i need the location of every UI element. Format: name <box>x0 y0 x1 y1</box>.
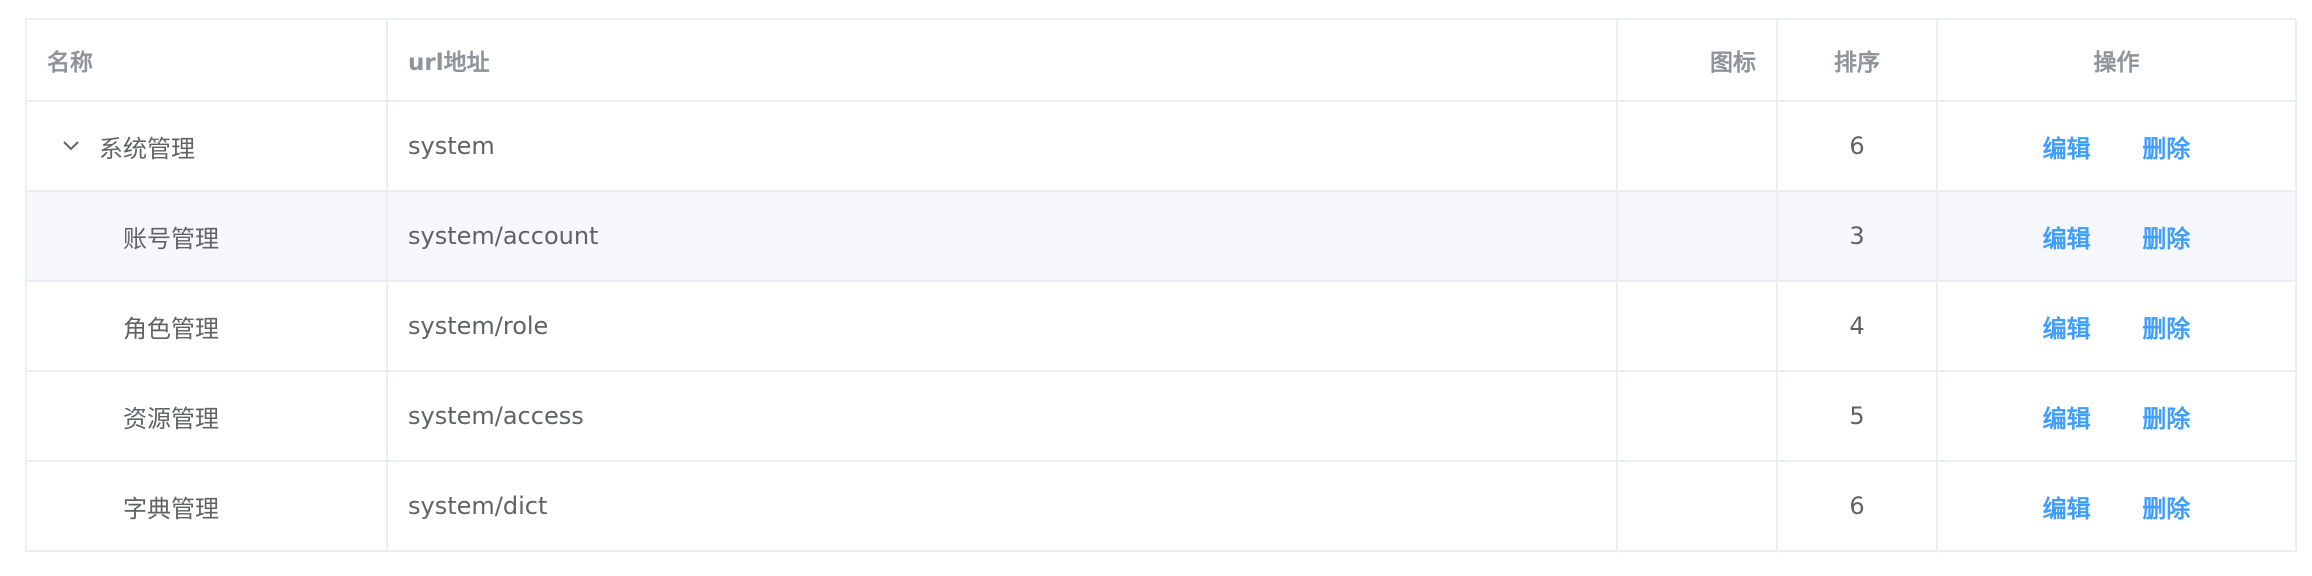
cell-actions: 编辑 删除 <box>1937 281 2297 372</box>
delete-button[interactable]: 删除 <box>2142 219 2190 254</box>
cell-url: system <box>387 101 1618 192</box>
table-header-row: 名称 url地址 图标 排序 操作 <box>27 20 2297 102</box>
resource-table: 名称 url地址 图标 排序 操作 系统管理 system 6 编辑 删除 账号… <box>25 18 2297 552</box>
edit-button[interactable]: 编辑 <box>2043 219 2091 254</box>
cell-name: 系统管理 <box>27 101 388 192</box>
row-name-label: 字典管理 <box>123 494 219 523</box>
chevron-down-icon[interactable] <box>57 132 85 160</box>
header-actions: 操作 <box>1937 20 2297 102</box>
cell-icon <box>1617 371 1778 462</box>
table-row: 系统管理 system 6 编辑 删除 <box>27 101 2297 192</box>
cell-icon <box>1617 101 1778 192</box>
edit-button[interactable]: 编辑 <box>2043 129 2091 164</box>
cell-url: system/role <box>387 281 1618 372</box>
cell-actions: 编辑 删除 <box>1937 191 2297 282</box>
cell-sort: 6 <box>1777 101 1938 192</box>
edit-button[interactable]: 编辑 <box>2043 489 2091 524</box>
cell-url: system/dict <box>387 461 1618 552</box>
cell-sort: 5 <box>1777 371 1938 462</box>
cell-name: 字典管理 <box>27 461 388 552</box>
table-row: 角色管理 system/role 4 编辑 删除 <box>27 281 2297 372</box>
row-name-label: 账号管理 <box>123 224 219 253</box>
header-sort: 排序 <box>1777 20 1938 102</box>
row-name-label: 资源管理 <box>123 404 219 433</box>
cell-actions: 编辑 删除 <box>1937 371 2297 462</box>
cell-url: system/account <box>387 191 1618 282</box>
delete-button[interactable]: 删除 <box>2142 489 2190 524</box>
cell-sort: 3 <box>1777 191 1938 282</box>
cell-icon <box>1617 281 1778 372</box>
edit-button[interactable]: 编辑 <box>2043 399 2091 434</box>
header-url: url地址 <box>387 20 1618 102</box>
cell-icon <box>1617 461 1778 552</box>
table-row: 账号管理 system/account 3 编辑 删除 <box>27 191 2297 282</box>
cell-icon <box>1617 191 1778 282</box>
row-name-label: 角色管理 <box>123 314 219 343</box>
cell-sort: 6 <box>1777 461 1938 552</box>
table-row: 资源管理 system/access 5 编辑 删除 <box>27 371 2297 462</box>
cell-actions: 编辑 删除 <box>1937 461 2297 552</box>
cell-name: 账号管理 <box>27 191 388 282</box>
resource-table-grid: 名称 url地址 图标 排序 操作 系统管理 system 6 编辑 删除 账号… <box>27 20 2297 552</box>
cell-actions: 编辑 删除 <box>1937 101 2297 192</box>
cell-name: 角色管理 <box>27 281 388 372</box>
edit-button[interactable]: 编辑 <box>2043 309 2091 344</box>
header-icon: 图标 <box>1617 20 1778 102</box>
cell-url: system/access <box>387 371 1618 462</box>
table-row: 字典管理 system/dict 6 编辑 删除 <box>27 461 2297 552</box>
header-name: 名称 <box>27 20 388 102</box>
cell-name: 资源管理 <box>27 371 388 462</box>
delete-button[interactable]: 删除 <box>2142 129 2190 164</box>
delete-button[interactable]: 删除 <box>2142 309 2190 344</box>
cell-sort: 4 <box>1777 281 1938 372</box>
delete-button[interactable]: 删除 <box>2142 399 2190 434</box>
row-name-label: 系统管理 <box>99 134 195 163</box>
